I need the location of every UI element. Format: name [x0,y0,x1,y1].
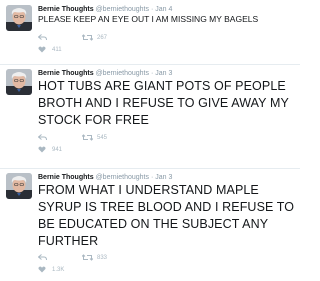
tweet-text: FROM WHAT I UNDERSTAND MAPLE SYRUP IS TR… [38,183,295,248]
retweet-count: 833 [97,254,108,261]
retweet-icon [82,34,93,41]
separator: · [150,70,154,77]
like-button[interactable]: 1.3K [38,266,64,273]
reply-button[interactable] [38,34,47,41]
separator: · [150,174,154,181]
like-button[interactable]: 411 [38,46,62,53]
reply-icon [38,134,47,141]
like-count: 1.3K [52,266,65,273]
retweet-count: 267 [97,34,108,41]
tweet-date[interactable]: Jan 4 [155,6,172,13]
reply-icon [38,254,47,261]
avatar[interactable] [6,173,32,199]
display-name[interactable]: Bernie Thoughts [38,6,94,13]
tweet-header: Bernie Thoughts @berniethoughts · Jan 3 [38,69,172,78]
tweet-feed: Bernie Thoughts @berniethoughts · Jan 4 … [0,0,300,281]
display-name[interactable]: Bernie Thoughts [38,70,94,77]
tweet[interactable]: Bernie Thoughts @berniethoughts · Jan 3 … [0,64,300,168]
display-name[interactable]: Bernie Thoughts [38,174,94,181]
retweet-button[interactable]: 545 [82,134,107,141]
reply-button[interactable] [38,134,47,141]
avatar[interactable] [6,69,32,95]
heart-icon [38,146,46,153]
retweet-count: 545 [97,134,108,141]
user-handle[interactable]: @berniethoughts [96,174,149,181]
tweet-header: Bernie Thoughts @berniethoughts · Jan 4 [38,5,172,14]
user-handle[interactable]: @berniethoughts [96,6,149,13]
tweet[interactable]: Bernie Thoughts @berniethoughts · Jan 3 … [0,168,300,281]
avatar[interactable] [6,5,32,31]
tweet-date[interactable]: Jan 3 [155,70,172,77]
tweet-date[interactable]: Jan 3 [155,174,172,181]
separator: · [150,6,154,13]
like-button[interactable]: 941 [38,146,62,153]
tweet-text: PLEASE KEEP AN EYE OUT I AM MISSING MY B… [38,14,259,24]
retweet-icon [82,134,93,141]
tweet-header: Bernie Thoughts @berniethoughts · Jan 3 [38,173,172,182]
like-count: 411 [52,46,62,53]
tweet[interactable]: Bernie Thoughts @berniethoughts · Jan 4 … [0,0,300,64]
retweet-button[interactable]: 267 [82,34,107,41]
retweet-button[interactable]: 833 [82,254,107,261]
reply-button[interactable] [38,254,47,261]
like-count: 941 [52,146,63,153]
tweet-text: HOT TUBS ARE GIANT POTS OF PEOPLE BROTH … [38,79,289,127]
user-handle[interactable]: @berniethoughts [96,70,149,77]
retweet-icon [82,254,93,261]
heart-icon [38,46,46,53]
heart-icon [38,266,46,273]
reply-icon [38,34,47,41]
